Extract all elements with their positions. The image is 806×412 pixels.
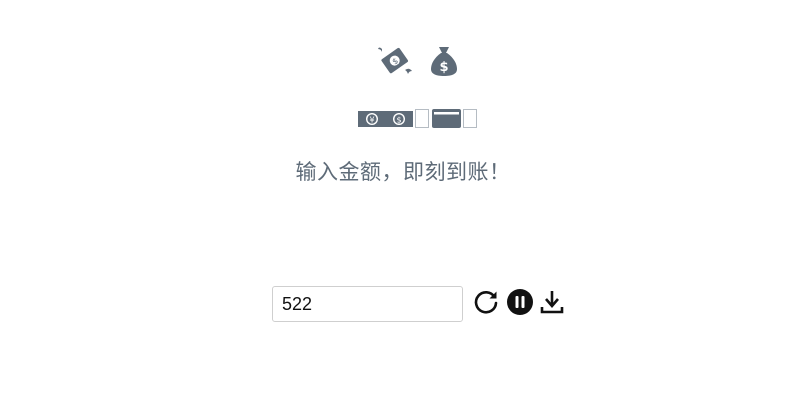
yuan-banknote-icon: ¥ (358, 109, 386, 133)
refresh-button[interactable] (472, 288, 500, 316)
blank-card-icon (415, 109, 429, 133)
dollar-symbol: $ (396, 116, 401, 125)
svg-text:$: $ (439, 60, 448, 75)
page: $ $ ¥ $ 输入金额，即刻到账！ 522 (0, 0, 806, 412)
yuan-symbol: ¥ (369, 116, 374, 125)
money-bag-icon: $ (430, 45, 458, 81)
refresh-icon (472, 291, 500, 319)
payment-methods-row: ¥ $ (358, 109, 480, 129)
amount-input[interactable] (272, 286, 463, 322)
download-icon (538, 291, 566, 319)
download-button[interactable] (538, 288, 566, 316)
dollar-banknote-icon: $ (385, 109, 413, 133)
pause-button[interactable] (506, 288, 534, 316)
amount-control-row (272, 286, 572, 324)
blank-card-icon (463, 109, 477, 133)
flying-money-icon: $ (378, 43, 412, 83)
header-icons: $ $ (378, 43, 458, 79)
credit-card-icon (432, 109, 461, 133)
pause-icon (506, 289, 534, 319)
headline-text: 输入金额，即刻到账！ (295, 160, 511, 184)
